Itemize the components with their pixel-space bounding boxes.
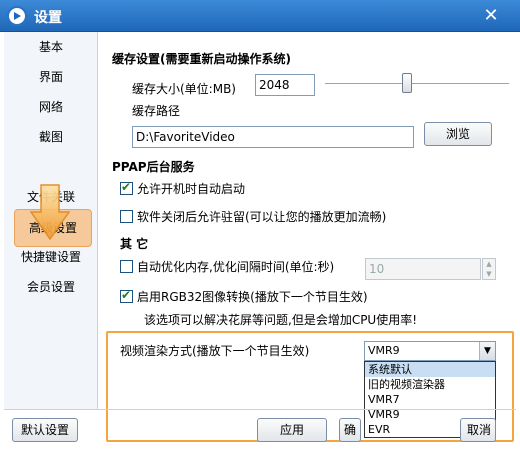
render-mode-select[interactable]: VMR9 ▼ xyxy=(364,341,496,361)
ppap-section-title: PPAP后台服务 xyxy=(112,160,195,174)
render-mode-selected: VMR9 xyxy=(368,344,400,357)
ok-button[interactable]: 确定 xyxy=(339,418,361,442)
cache-size-input[interactable]: 2048 xyxy=(255,74,315,96)
nav-item-hotkeys[interactable]: 快捷键设置 xyxy=(4,242,98,272)
chevron-down-icon[interactable]: ▼ xyxy=(479,342,495,360)
cache-size-slider-thumb[interactable] xyxy=(402,73,412,93)
spinner-up-icon[interactable]: ▲ xyxy=(483,259,495,269)
autostart-checkbox[interactable] xyxy=(120,180,133,195)
other-section-title: 其 它 xyxy=(120,237,149,251)
render-option-system-default[interactable]: 系统默认 xyxy=(365,362,495,377)
nav-item-network[interactable]: 网络 xyxy=(4,92,98,122)
cache-size-slider-track[interactable] xyxy=(325,83,509,85)
nav-item-interface[interactable]: 界面 xyxy=(4,62,98,92)
cache-size-label: 缓存大小(单位:MB) xyxy=(132,82,236,96)
down-arrow-icon xyxy=(30,184,70,240)
default-settings-button[interactable]: 默认设置 xyxy=(12,418,78,442)
rgb32-checkbox[interactable] xyxy=(120,288,133,303)
browse-button[interactable]: 浏览 xyxy=(424,122,492,146)
optimize-memory-checkbox[interactable] xyxy=(120,260,133,273)
window-title: 设置 xyxy=(34,10,62,26)
nav-item-membership[interactable]: 会员设置 xyxy=(4,272,98,302)
render-option-legacy[interactable]: 旧的视频渲染器 xyxy=(365,377,495,392)
optimize-memory-label: 自动优化内存,优化间隔时间(单位:秒) xyxy=(137,260,335,274)
resident-checkbox[interactable] xyxy=(120,210,133,223)
optimize-interval-input[interactable]: 10 xyxy=(365,258,481,280)
nav-item-basic[interactable]: 基本 xyxy=(4,32,98,62)
nav-item-screenshot[interactable]: 截图 xyxy=(4,122,98,152)
cache-path-label: 缓存路径 xyxy=(132,104,181,118)
spinner-down-icon[interactable]: ▼ xyxy=(483,269,495,279)
apply-button[interactable]: 应用 xyxy=(257,418,327,442)
footer-divider xyxy=(4,409,516,410)
settings-nav: 基本 界面 网络 截图 文件关联 高级设置 快捷键设置 会员设置 xyxy=(4,32,98,409)
optimize-interval-spinner[interactable]: ▲ ▼ xyxy=(482,258,496,280)
rgb32-note: 该选项可以解决花屏等问题,但是会增加CPU使用率! xyxy=(144,313,418,327)
title-bar: 设置 ✕ xyxy=(0,0,520,32)
autostart-label: 允许开机时自动启动 xyxy=(137,182,246,196)
app-logo-icon xyxy=(7,6,27,26)
close-button[interactable]: ✕ xyxy=(480,5,502,27)
cache-path-input[interactable]: D:\FavoriteVideo xyxy=(132,126,414,148)
cache-section-title: 缓存设置(需要重新启动操作系统) xyxy=(112,52,291,66)
resident-label: 软件关闭后允许驻留(可以让您的播放更加流畅) xyxy=(137,210,387,224)
render-option-vmr7[interactable]: VMR7 xyxy=(365,392,495,407)
render-mode-label: 视频渲染方式(播放下一个节目生效) xyxy=(120,344,310,358)
cancel-button[interactable]: 取消 xyxy=(460,418,496,442)
rgb32-label: 启用RGB32图像转换(播放下一个节目生效) xyxy=(137,290,368,304)
